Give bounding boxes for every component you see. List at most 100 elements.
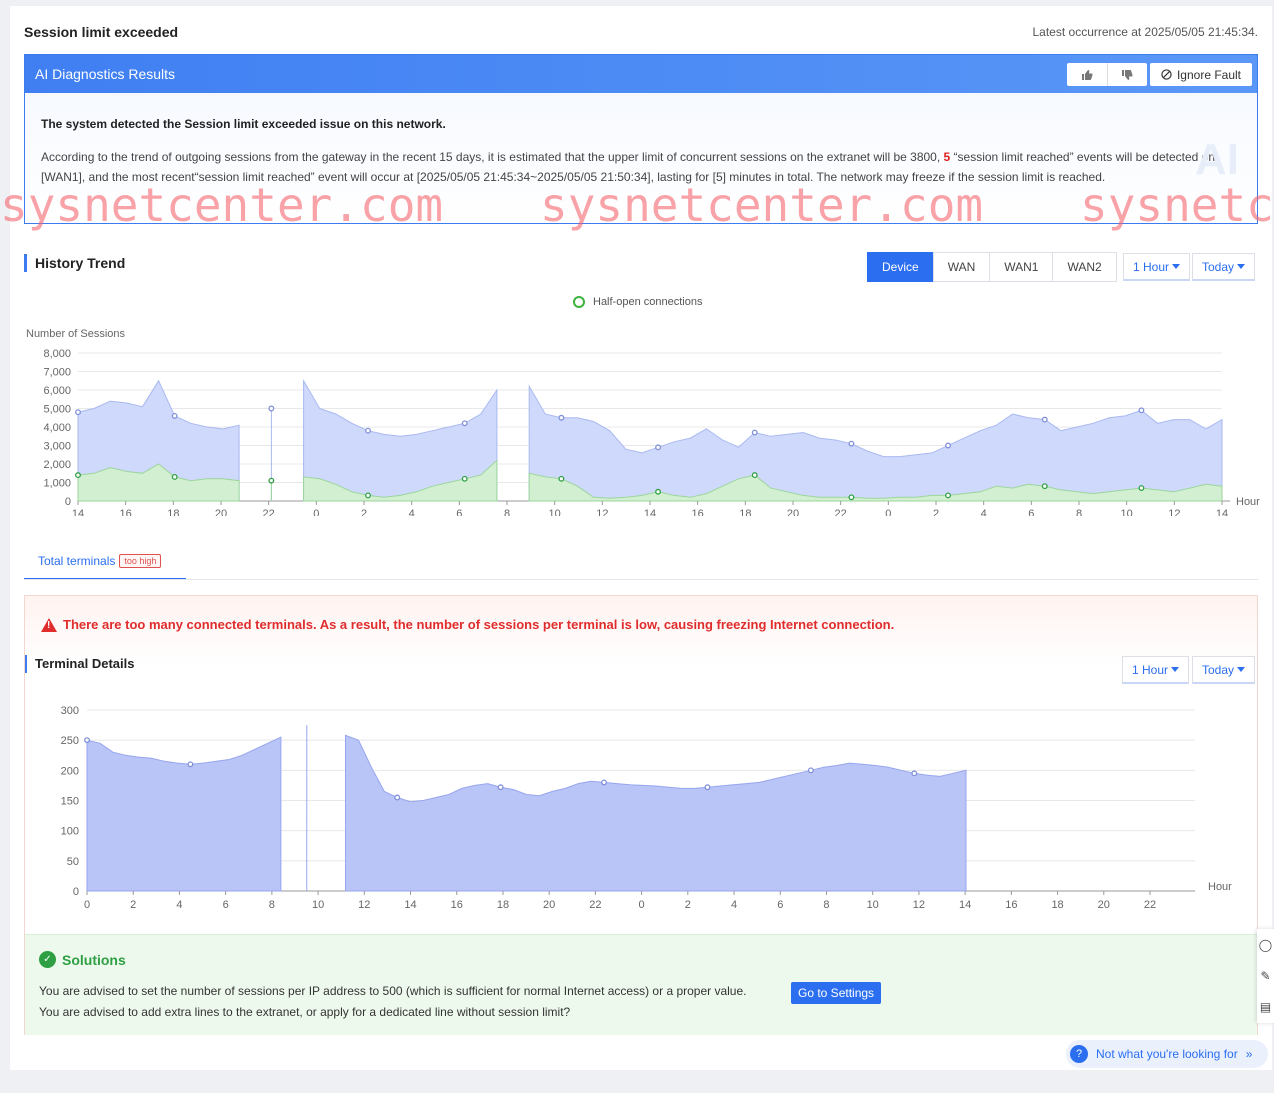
x-tick-label: 0 [84,899,90,911]
terminals-alert-panel: There are too many connected terminals. … [24,595,1258,1035]
sessions-area-point [655,444,662,451]
y-tick-label: 0 [73,886,79,898]
terminals-area-point [911,770,918,777]
x-tick-label: 14 [1216,508,1228,516]
x-tick-label: 14 [644,508,656,516]
x-tick-label: 10 [312,899,324,911]
x-tick-label: 8 [1076,508,1082,516]
x-tick-label: 22 [835,508,847,516]
help-link[interactable]: ? Not what you're looking for » [1066,1040,1268,1068]
x-tick-label: 6 [223,899,229,911]
latest-occurrence: Latest occurrence at 2025/05/05 21:45:34… [1032,25,1259,39]
sessions-area-point [945,442,952,449]
range-value: Today [1202,662,1235,677]
x-tick-label: 4 [731,899,737,911]
tab-wan[interactable]: WAN [932,252,991,282]
x-tick-label: 12 [913,899,925,911]
halfopen-area-point [75,472,81,479]
go-to-settings-button[interactable]: Go to Settings [791,982,882,1004]
x-axis-label: Hour [1236,496,1260,508]
terminals-area-point [704,784,711,791]
warning-icon [41,617,57,632]
x-tick-label: 8 [823,899,829,911]
x-tick-label: 16 [451,899,463,911]
y-tick-label: 1,000 [43,478,71,490]
x-tick-label: 6 [1028,508,1034,516]
edit-icon[interactable]: ✎ [1260,969,1270,983]
help-label: Not what you're looking for [1096,1047,1238,1061]
y-tick-label: 50 [67,856,79,868]
tab-wan1[interactable]: WAN1 [989,252,1054,282]
x-tick-label: 18 [497,899,509,911]
halfopen-area-point [268,477,275,484]
ai-diagnostics-title: AI Diagnostics Results [35,66,176,82]
sessions-area-point [171,412,178,419]
x-tick-label: 10 [1121,508,1133,516]
x-tick-label: 0 [313,508,319,516]
y-tick-label: 250 [61,735,79,747]
y-tick-label: 4,000 [43,422,71,434]
sessions-chart: Number of Sessions 0 1,000 2,000 3,000 4,000 5… [26,328,1260,516]
terminals-area [86,736,282,892]
terminal-interval-dropdown[interactable]: 1 Hour [1122,656,1190,684]
tab-device[interactable]: Device [867,252,934,282]
interval-value: 1 Hour [1133,259,1170,274]
halfopen-area-point [558,475,565,482]
legend-marker-icon [573,296,585,308]
sessions-area-point [1041,416,1048,423]
y-axis-label: Number of Sessions [26,328,126,340]
terminals-area [344,734,967,892]
x-tick-label: 16 [692,508,704,516]
terminals-area-point [497,784,504,791]
chevron-down-icon [1237,667,1246,672]
solutions-header: ✓ Solutions [39,951,126,968]
chat-icon[interactable]: ◯ [1259,938,1272,952]
x-tick-label: 2 [361,508,367,516]
terminal-range-dropdown[interactable]: Today [1192,656,1256,684]
history-range-dropdown[interactable]: Today [1192,253,1256,281]
thumbs-up-icon[interactable] [1067,63,1107,86]
sessions-area-point [1138,407,1145,414]
x-tick-label: 0 [639,899,645,911]
chart-legend[interactable]: Half-open connections [573,296,702,308]
y-tick-label: 6,000 [43,385,71,397]
solution-line-1: You are advised to set the number of ses… [39,984,747,998]
clipboard-icon[interactable]: ▤ [1260,1000,1271,1014]
terminals-area-point [187,761,194,768]
sessions-area-point [365,427,371,434]
terminals-area-point [807,767,814,774]
x-tick-label: 12 [1168,508,1180,516]
double-chevron-right-icon: » [1245,1047,1253,1061]
x-tick-label: 10 [549,508,561,516]
ignore-fault-button[interactable]: Ignore Fault [1150,63,1252,86]
history-trend-title: History Trend [24,254,125,272]
sessions-area-point [75,409,81,416]
feedback-group [1067,63,1147,86]
x-tick-label: 2 [933,508,939,516]
thumbs-down-icon[interactable] [1106,63,1148,86]
range-value: Today [1202,259,1235,274]
halfopen-area-point [1138,485,1145,491]
history-interval-dropdown[interactable]: 1 Hour [1123,253,1191,281]
y-tick-label: 200 [61,765,79,777]
y-tick-label: 150 [61,796,79,808]
total-terminals-label: Total terminals [38,553,116,568]
status-badge: too high [119,553,162,568]
page-container: Session limit exceeded Latest occurrence… [0,6,1272,1070]
interval-value: 1 Hour [1132,662,1169,677]
x-tick-label: 20 [787,508,799,516]
watermark-text: sysnetcenter.com [0,178,444,232]
x-tick-label: 4 [409,508,415,516]
halfopen-area-point [365,492,371,499]
ai-text-part1: According to the trend of outgoing sessi… [41,150,944,164]
x-tick-label: 4 [176,899,182,911]
y-tick-label: 300 [61,705,79,717]
x-tick-label: 16 [1005,899,1017,911]
y-tick-label: 8,000 [43,348,71,360]
x-tick-label: 22 [589,899,601,911]
tab-wan2[interactable]: WAN2 [1052,252,1117,282]
x-tick-label: 14 [72,508,84,516]
sessions-area-point [268,405,275,412]
tab-total-terminals[interactable]: Total terminals too high [24,543,186,580]
y-tick-label: 100 [61,826,79,838]
